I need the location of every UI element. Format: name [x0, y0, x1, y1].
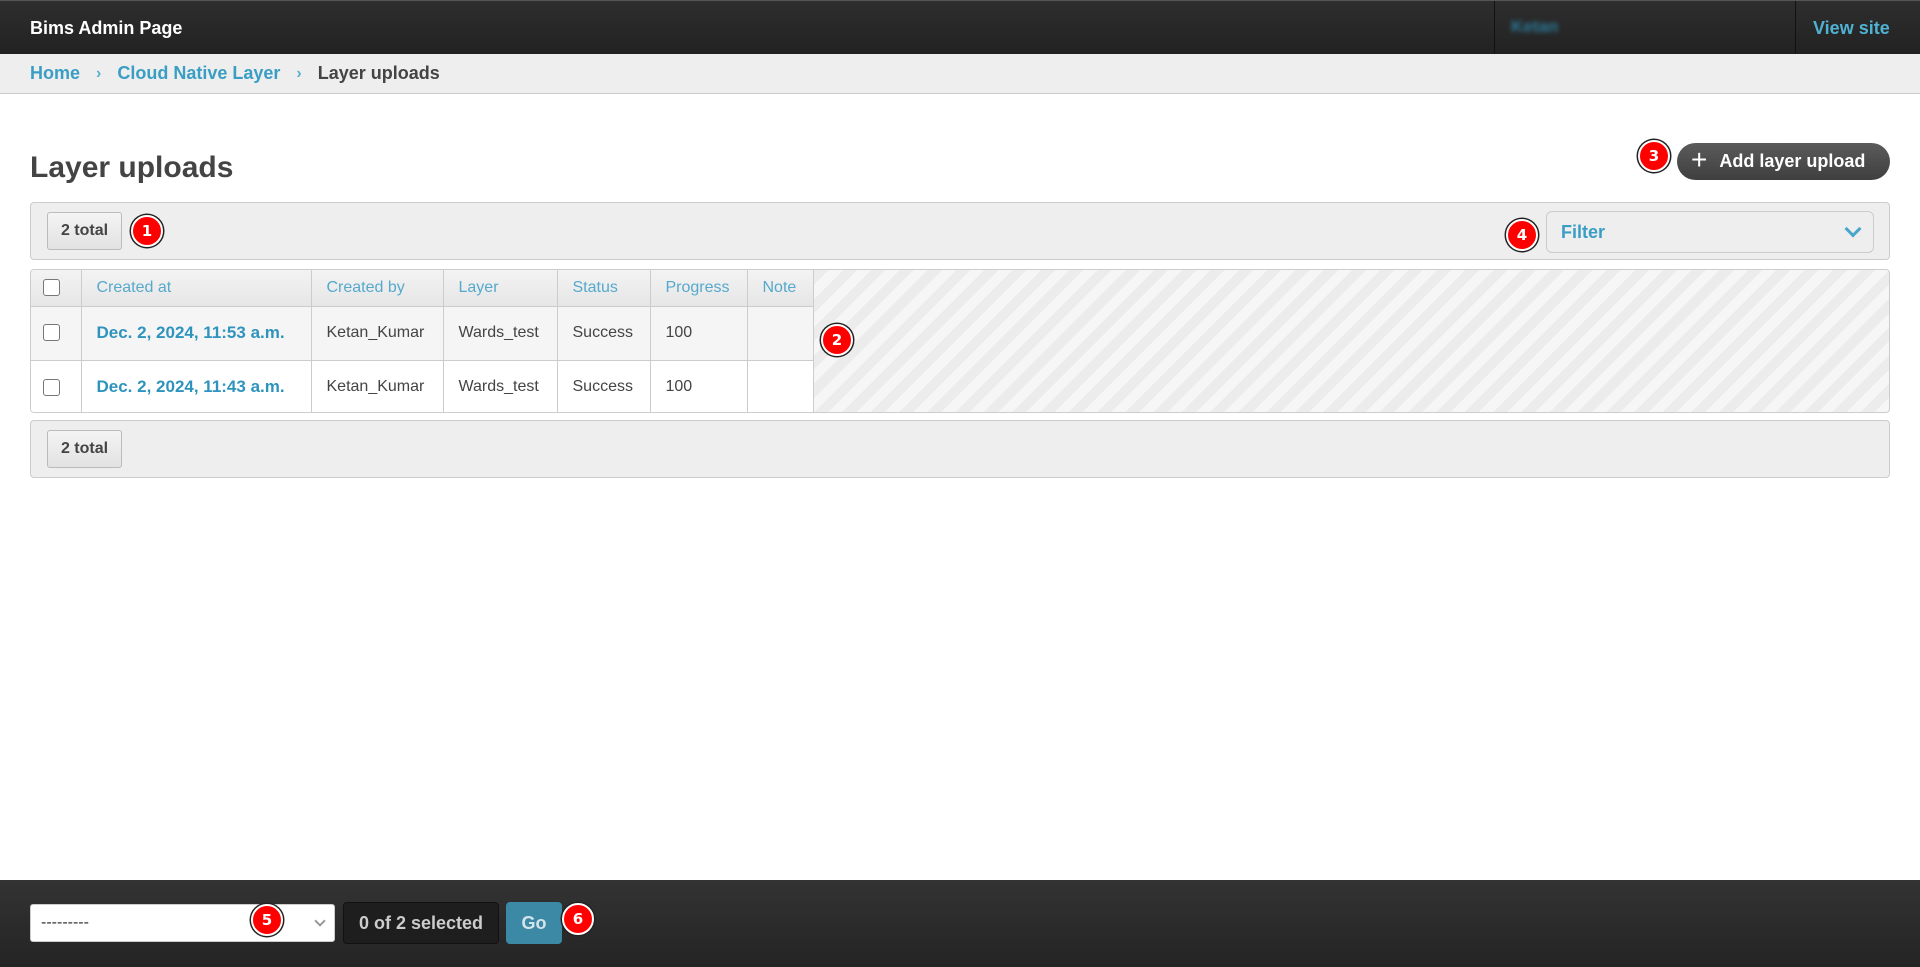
layer-cell: Wards_test [443, 360, 558, 412]
column-progress[interactable]: Progress [650, 270, 748, 307]
select-all-column [31, 270, 82, 307]
created-by-cell: Ketan_Kumar [311, 306, 444, 361]
go-button[interactable]: Go [506, 902, 562, 944]
created-at-link[interactable]: Dec. 2, 2024, 11:53 a.m. [97, 323, 285, 342]
chevron-right-icon: › [296, 64, 302, 82]
annotation-badge: 5 [251, 904, 283, 936]
row-checkbox[interactable] [43, 378, 60, 396]
paginator-total-button[interactable]: 2 total [47, 430, 122, 468]
progress-cell: 100 [650, 360, 748, 412]
action-select-value: --------- [41, 914, 89, 931]
chevron-down-icon [314, 915, 326, 927]
table-row: Dec. 2, 2024, 11:43 a.m. Ketan_Kumar War… [31, 360, 814, 412]
select-all-checkbox[interactable] [43, 279, 60, 297]
filter-dropdown[interactable]: Filter [1546, 211, 1874, 253]
page-title: Layer uploads [30, 151, 234, 184]
progress-cell: 100 [650, 306, 748, 361]
top-toolbar: 2 total Filter [30, 202, 1890, 260]
status-cell: Success [557, 360, 651, 412]
bottom-paginator: 2 total [30, 420, 1890, 478]
created-at-cell: Dec. 2, 2024, 11:43 a.m. [81, 360, 312, 412]
note-cell [747, 306, 814, 361]
annotation-badge: 2 [821, 324, 853, 356]
row-select-cell [31, 306, 82, 361]
chevron-down-icon [1844, 220, 1862, 238]
row-checkbox[interactable] [43, 324, 60, 342]
results-table: Created at Created by Layer Status Progr… [31, 270, 814, 412]
table-row: Dec. 2, 2024, 11:53 a.m. Ketan_Kumar War… [31, 306, 814, 361]
selection-counter: 0 of 2 selected [343, 902, 499, 944]
annotation-badge: 3 [1638, 140, 1670, 172]
column-status[interactable]: Status [557, 270, 651, 307]
annotation-badge: 1 [131, 215, 163, 247]
site-header: Bims Admin Page Ketan View site [0, 0, 1920, 55]
column-note[interactable]: Note [747, 270, 814, 307]
layer-cell: Wards_test [443, 306, 558, 361]
row-select-cell [31, 360, 82, 412]
annotation-badge: 6 [562, 903, 594, 935]
total-count-button[interactable]: 2 total [47, 212, 122, 250]
column-created-by[interactable]: Created by [311, 270, 444, 307]
plus-icon: + [1691, 144, 1708, 175]
user-name: Ketan [1511, 17, 1559, 36]
created-at-link[interactable]: Dec. 2, 2024, 11:43 a.m. [97, 377, 285, 396]
user-tools: Ketan [1494, 1, 1796, 55]
results-table-container: Created at Created by Layer Status Progr… [30, 269, 1890, 413]
actions-footer: --------- 0 of 2 selected Go [0, 880, 1920, 967]
view-site-link[interactable]: View site [1813, 18, 1890, 39]
site-brand: Bims Admin Page [30, 18, 183, 38]
status-cell: Success [557, 306, 651, 361]
breadcrumb-current: Layer uploads [317, 63, 440, 83]
breadcrumb-app[interactable]: Cloud Native Layer [117, 63, 280, 84]
add-layer-upload-label: Add layer upload [1719, 151, 1866, 171]
column-created-at[interactable]: Created at [81, 270, 312, 307]
add-layer-upload-button[interactable]: + Add layer upload [1677, 143, 1890, 180]
column-layer[interactable]: Layer [443, 270, 558, 307]
action-select[interactable]: --------- [30, 904, 335, 942]
filter-label: Filter [1561, 221, 1606, 242]
breadcrumb: Home › Cloud Native Layer › Layer upload… [0, 54, 1920, 94]
created-at-cell: Dec. 2, 2024, 11:53 a.m. [81, 306, 312, 361]
table-header-row: Created at Created by Layer Status Progr… [31, 270, 814, 307]
annotation-badge: 4 [1506, 219, 1538, 251]
note-cell [747, 360, 814, 412]
chevron-right-icon: › [96, 64, 102, 82]
breadcrumb-home[interactable]: Home [30, 63, 80, 84]
created-by-cell: Ketan_Kumar [311, 360, 444, 412]
